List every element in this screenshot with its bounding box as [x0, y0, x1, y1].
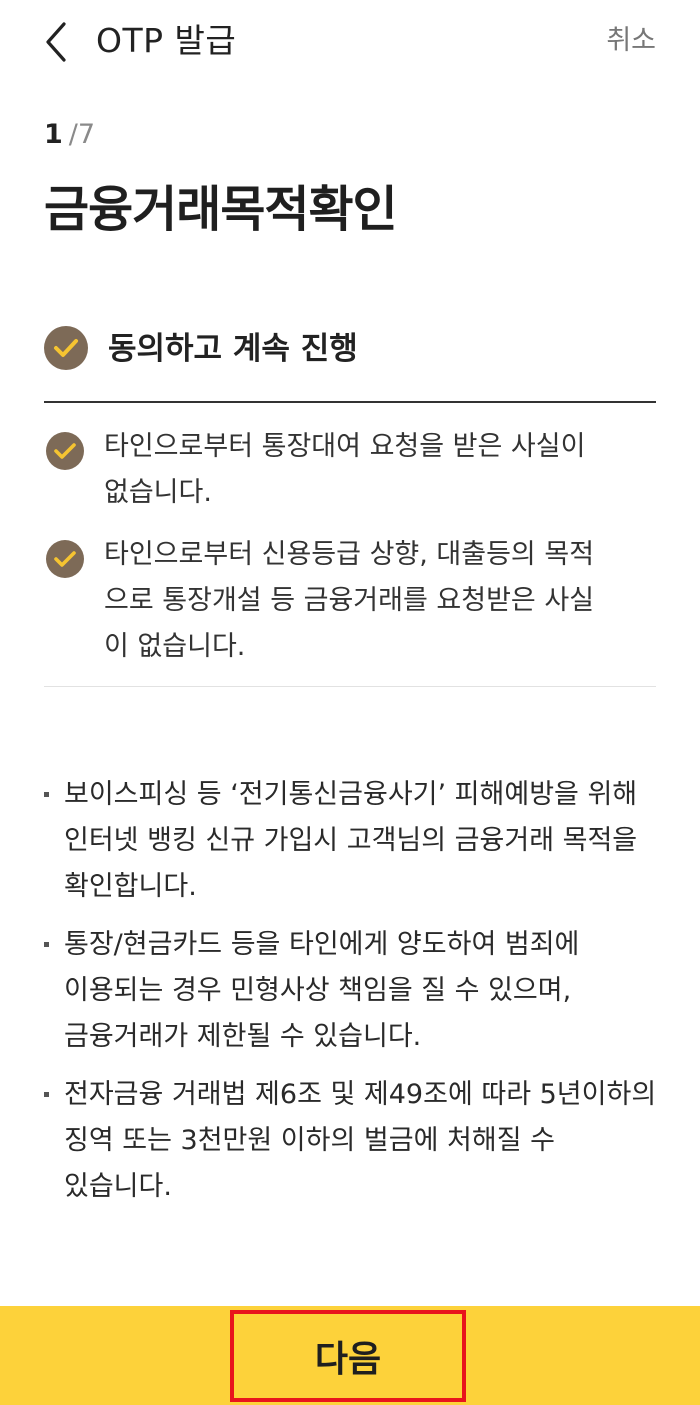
- step-separator: /: [68, 119, 78, 150]
- agree-item-line: 으로 통장개설 등 금융거래를 요청받은 사실: [104, 585, 595, 616]
- notice-item: 전자금융 거래법 제6조 및 제49조에 따라 5년이하의 징역 또는 3천만원…: [44, 1072, 664, 1210]
- notice-line: 이용되는 경우 민형사상 책임을 질 수 있으며,: [64, 975, 572, 1006]
- notice-line: 금융거래가 제한될 수 있습니다.: [64, 1021, 422, 1052]
- header-title: OTP 발급: [96, 21, 237, 60]
- check-circle-icon: [44, 326, 88, 370]
- bottom-action-bar: 다음: [0, 1306, 700, 1405]
- chevron-left-icon: [36, 18, 80, 66]
- step-indicator: 1/7: [44, 118, 95, 152]
- agree-item-label: 타인으로부터 통장대여 요청을 받은 사실이 없습니다.: [104, 424, 654, 516]
- check-circle-icon: [46, 540, 84, 578]
- cancel-button[interactable]: 취소: [606, 22, 656, 60]
- step-current: 1: [44, 119, 63, 150]
- agree-item-label: 타인으로부터 신용등급 상향, 대출등의 목적 으로 통장개설 등 금융거래를 …: [104, 532, 654, 670]
- section-divider-light: [44, 686, 656, 687]
- notice-line: 확인합니다.: [64, 871, 197, 902]
- agree-all-label: 동의하고 계속 진행: [108, 331, 358, 367]
- notice-line: 있습니다.: [64, 1171, 172, 1202]
- notice-list: 보이스피싱 등 ‘전기통신금융사기’ 피해예방을 위해 인터넷 뱅킹 신규 가입…: [44, 772, 664, 1222]
- next-button[interactable]: 다음: [230, 1310, 466, 1402]
- agree-item-line: 없습니다.: [104, 477, 212, 508]
- check-circle-icon: [46, 432, 84, 470]
- section-divider: [44, 401, 656, 403]
- agree-item-line: 타인으로부터 통장대여 요청을 받은 사실이: [104, 431, 586, 462]
- notice-item: 통장/현금카드 등을 타인에게 양도하여 범죄에 이용되는 경우 민형사상 책임…: [44, 922, 664, 1060]
- agree-item-no-requested-transaction[interactable]: 타인으로부터 신용등급 상향, 대출등의 목적 으로 통장개설 등 금융거래를 …: [44, 532, 656, 672]
- agree-item-no-account-lending[interactable]: 타인으로부터 통장대여 요청을 받은 사실이 없습니다.: [44, 424, 656, 524]
- notice-line: 인터넷 뱅킹 신규 가입시 고객님의 금융거래 목적을: [64, 825, 638, 856]
- back-button[interactable]: [36, 18, 80, 66]
- step-total: 7: [77, 119, 96, 150]
- agree-all-checkbox[interactable]: 동의하고 계속 진행: [44, 320, 656, 380]
- notice-item: 보이스피싱 등 ‘전기통신금융사기’ 피해예방을 위해 인터넷 뱅킹 신규 가입…: [44, 772, 664, 910]
- bullet-icon: [44, 792, 49, 797]
- agree-item-line: 이 없습니다.: [104, 631, 246, 662]
- notice-line: 전자금융 거래법 제6조 및 제49조에 따라 5년이하의: [64, 1079, 657, 1110]
- notice-line: 징역 또는 3천만원 이하의 벌금에 처해질 수: [64, 1125, 555, 1156]
- bullet-icon: [44, 942, 49, 947]
- app-header: OTP 발급 취소: [0, 0, 700, 84]
- bullet-icon: [44, 1092, 49, 1097]
- page-title: 금융거래목적확인: [44, 181, 398, 238]
- notice-line: 보이스피싱 등 ‘전기통신금융사기’ 피해예방을 위해: [64, 779, 638, 810]
- notice-line: 통장/현금카드 등을 타인에게 양도하여 범죄에: [64, 929, 580, 960]
- agree-item-line: 타인으로부터 신용등급 상향, 대출등의 목적: [104, 539, 595, 570]
